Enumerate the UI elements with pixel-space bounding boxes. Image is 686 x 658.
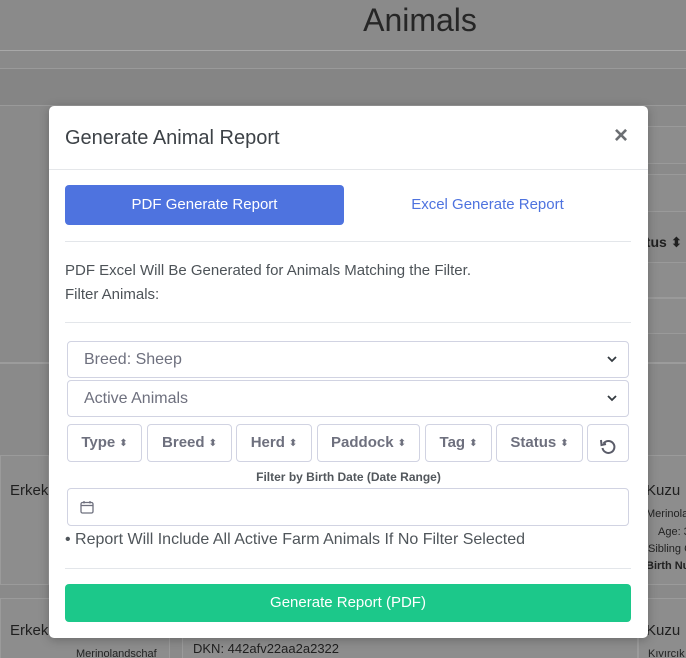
animal-card-label: Kuzu [646, 622, 681, 639]
filter-paddock-label: Paddock [331, 434, 394, 451]
header-divider [0, 50, 686, 51]
reset-filters-button[interactable] [587, 424, 629, 462]
filter-type-label: Type [81, 434, 116, 451]
calendar-icon [80, 500, 94, 519]
filter-breed-button[interactable]: Breed ⬍ [147, 424, 232, 462]
close-button[interactable]: × [610, 124, 632, 148]
animal-card-line: Sibling Co [648, 543, 686, 555]
animal-card-label: Erkek [10, 482, 49, 499]
divider [65, 568, 631, 569]
status-select-value: Active Animals [84, 390, 189, 407]
modal-header: Generate Animal Report × [49, 106, 648, 170]
filter-type-button[interactable]: Type ⬍ [67, 424, 142, 462]
animal-card-line: Age: 3 [658, 526, 686, 538]
generate-report-button[interactable]: Generate Report (PDF) [65, 584, 631, 622]
animal-card [0, 455, 49, 585]
divider [65, 322, 631, 323]
animal-card-breed: Merinolandschaf [76, 648, 157, 658]
undo-icon [599, 433, 617, 469]
status-column-header: Status ⬍ [624, 234, 683, 250]
filter-breed-label: Breed [162, 434, 205, 451]
sort-icon: ⬍ [397, 438, 406, 449]
sort-icon: ⬍ [288, 438, 298, 449]
modal-title: Generate Animal Report [65, 127, 280, 149]
animal-card-line: Kıvırcık [648, 648, 685, 658]
sort-icon: ⬍ [469, 438, 478, 449]
toolbar-strip [0, 68, 686, 106]
report-note: • Report Will Include All Active Farm An… [65, 531, 525, 548]
breed-select-value: Breed: Sheep [84, 351, 182, 368]
birth-date-range-input[interactable] [67, 488, 629, 526]
filter-status-label: Status [510, 434, 557, 451]
filter-tag-label: Tag [439, 434, 466, 451]
tab-excel-report[interactable]: Excel Generate Report [348, 185, 627, 225]
filter-tag-button[interactable]: Tag ⬍ [425, 424, 492, 462]
tab-pdf-report[interactable]: PDF Generate Report [65, 185, 344, 225]
filter-herd-label: Herd [250, 434, 285, 451]
sort-icon: ⬍ [208, 438, 217, 449]
sort-icon: ⬍ [119, 438, 128, 449]
animal-card-line: Merinolan [646, 508, 686, 520]
status-select[interactable]: Active Animals [67, 380, 629, 417]
animal-card-label: Kuzu [646, 482, 681, 499]
sort-icon: ⬍ [560, 438, 569, 449]
birth-date-label: Filter by Birth Date (Date Range) [256, 470, 441, 484]
dkn-text: DKN: 442afv22aa2a2322 [193, 641, 340, 656]
animal-card-label: Erkek [10, 622, 49, 639]
filter-heading: Filter Animals: [65, 286, 160, 303]
divider [65, 241, 631, 242]
generate-report-modal: Generate Animal Report × PDF Generate Re… [49, 106, 648, 638]
page-title: Animals [363, 2, 477, 38]
filter-status-button[interactable]: Status ⬍ [496, 424, 583, 462]
info-text: PDF Excel Will Be Generated for Animals … [65, 262, 471, 279]
breed-select[interactable]: Breed: Sheep [67, 341, 629, 378]
filter-herd-button[interactable]: Herd ⬍ [236, 424, 312, 462]
animal-card-line: Birth Nu [646, 560, 686, 572]
filter-paddock-button[interactable]: Paddock ⬍ [317, 424, 420, 462]
